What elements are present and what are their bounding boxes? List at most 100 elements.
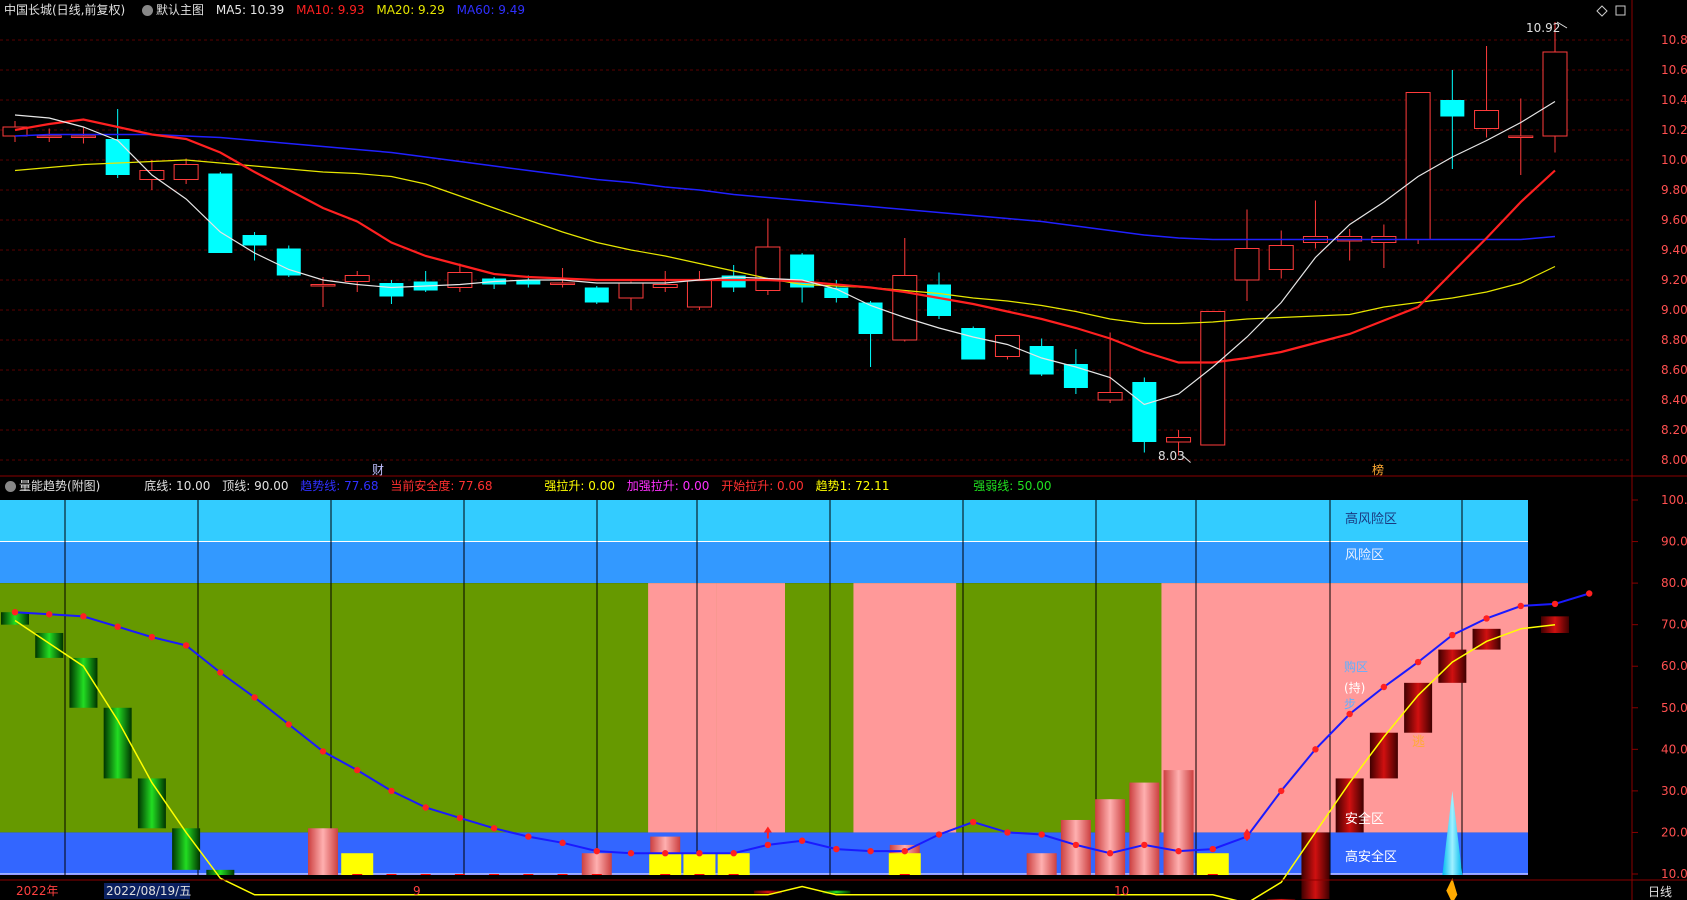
footer-date: 2022/08/19/五 (106, 884, 191, 898)
trend-dot (182, 642, 190, 649)
red-signal-core (660, 874, 671, 875)
trend-dot (1038, 831, 1045, 838)
trend-dot (319, 748, 327, 755)
trend-dot (1449, 631, 1456, 639)
trend-dot (1106, 850, 1114, 857)
trend-dot (901, 847, 908, 855)
footer-month-9: 9 (413, 884, 421, 898)
price-tick-label: 9.20 (1661, 273, 1687, 287)
trend-dot (696, 850, 703, 857)
sub-tick-label: 60.00 (1661, 659, 1687, 673)
trend-dot (833, 845, 840, 853)
candle-body (618, 282, 644, 299)
sub-tick-label: 40.00 (1661, 742, 1687, 756)
price-tick-label: 9.60 (1661, 213, 1687, 227)
trend-candle (1541, 616, 1569, 633)
trend-candle (1369, 732, 1398, 779)
footer-period[interactable]: 日线 (1648, 885, 1672, 899)
price-tick-label: 8.20 (1661, 423, 1687, 437)
price-tick-label: 8.60 (1661, 363, 1687, 377)
trend-candle (172, 828, 201, 870)
candle-body (686, 279, 712, 308)
price-tick-label: 9.80 (1661, 183, 1687, 197)
bang-marker: 榜 (1372, 462, 1384, 477)
trend-dot (662, 850, 669, 857)
red-signal-core (1207, 874, 1218, 875)
yellow-signal-box (649, 853, 682, 875)
price-tick-label: 10.80 (1661, 33, 1687, 47)
price-tick-label: 8.00 (1661, 453, 1687, 467)
escape-label: 逃 (1412, 735, 1425, 750)
high-risk-band (0, 500, 1528, 542)
red-signal-core (352, 874, 363, 875)
candle-body (1166, 437, 1192, 443)
chart-canvas: 10.80 10.60 10.40 10.20 10.00 9.80 9.60 9.40 9.2… (0, 0, 1687, 900)
candle-body (1268, 245, 1294, 270)
candle-body (1542, 51, 1568, 137)
red-signal-bar (420, 874, 431, 875)
volume-bar (1095, 799, 1126, 875)
red-signal-core (899, 874, 910, 875)
candle-body (379, 283, 404, 297)
trend-dot (251, 694, 258, 701)
price-tick-label: 10.40 (1661, 93, 1687, 107)
trend-dot (490, 825, 498, 832)
trend-dot (148, 633, 156, 641)
volume-bar (581, 853, 612, 875)
trend-dot (627, 850, 635, 857)
trend-dot (1551, 600, 1559, 608)
trend-candle (1438, 649, 1467, 683)
trend-dot (764, 841, 772, 849)
sub-tick-label: 70.00 (1661, 618, 1687, 632)
trend-dot (1517, 602, 1524, 610)
sub-tick-label: 80.00 (1661, 576, 1687, 590)
volume-bar (1026, 853, 1057, 875)
trend-dot (456, 814, 464, 822)
candle-body (892, 275, 918, 341)
red-signal-bar (557, 874, 568, 875)
trend-candle (206, 869, 235, 875)
sub-tick-label: 10.00 (1661, 867, 1687, 881)
red-signal-bar (591, 874, 602, 875)
sub-tick-label: 90.00 (1661, 535, 1687, 549)
red-signal-bar (386, 874, 397, 875)
candle-body (105, 139, 130, 175)
ma5-line (14, 100, 1556, 406)
trend-dot (1380, 683, 1388, 691)
pink-zone (853, 583, 957, 833)
trend-dot (114, 623, 121, 630)
price-tick-label: 9.00 (1661, 303, 1687, 317)
trend-dot (1175, 847, 1182, 855)
sub-tick-label: 50.00 (1661, 701, 1687, 715)
safe-band (0, 832, 1528, 874)
trend-dot (1004, 829, 1011, 836)
candle-body (208, 173, 233, 253)
candle-body (550, 282, 576, 285)
trend-dot (1586, 590, 1593, 597)
trend-dot (593, 847, 600, 855)
candle-body (858, 302, 883, 334)
candle-body (1508, 135, 1534, 138)
trend-dot (970, 818, 977, 826)
price-tick-label: 10.60 (1661, 63, 1687, 77)
red-signal-bar (489, 874, 500, 875)
zone-high-safe-label: 高安全区 (1345, 849, 1397, 865)
volume-bar (1129, 782, 1160, 875)
hold-label-partial: (持) (1344, 680, 1365, 695)
red-signal-bar (454, 874, 465, 875)
price-tick-label: 9.40 (1661, 243, 1687, 257)
trend-dot (867, 847, 874, 855)
candle-body (1234, 248, 1260, 281)
candle-body (1200, 311, 1226, 446)
buy-zone-label-partial: 购区 (1344, 659, 1368, 674)
trend-dot (525, 833, 532, 840)
yellow-signal-box (717, 853, 750, 875)
candle-body (652, 284, 678, 288)
step-label-partial: 步 (1344, 697, 1356, 711)
yellow-signal-box (888, 853, 921, 875)
sub-tick-label: 30.00 (1661, 784, 1687, 798)
candle-body (1132, 382, 1157, 442)
risk-band (0, 541, 1528, 584)
sub-tick-label: 20.00 (1661, 825, 1687, 839)
sub-tick-label: 100.00 (1661, 493, 1687, 507)
